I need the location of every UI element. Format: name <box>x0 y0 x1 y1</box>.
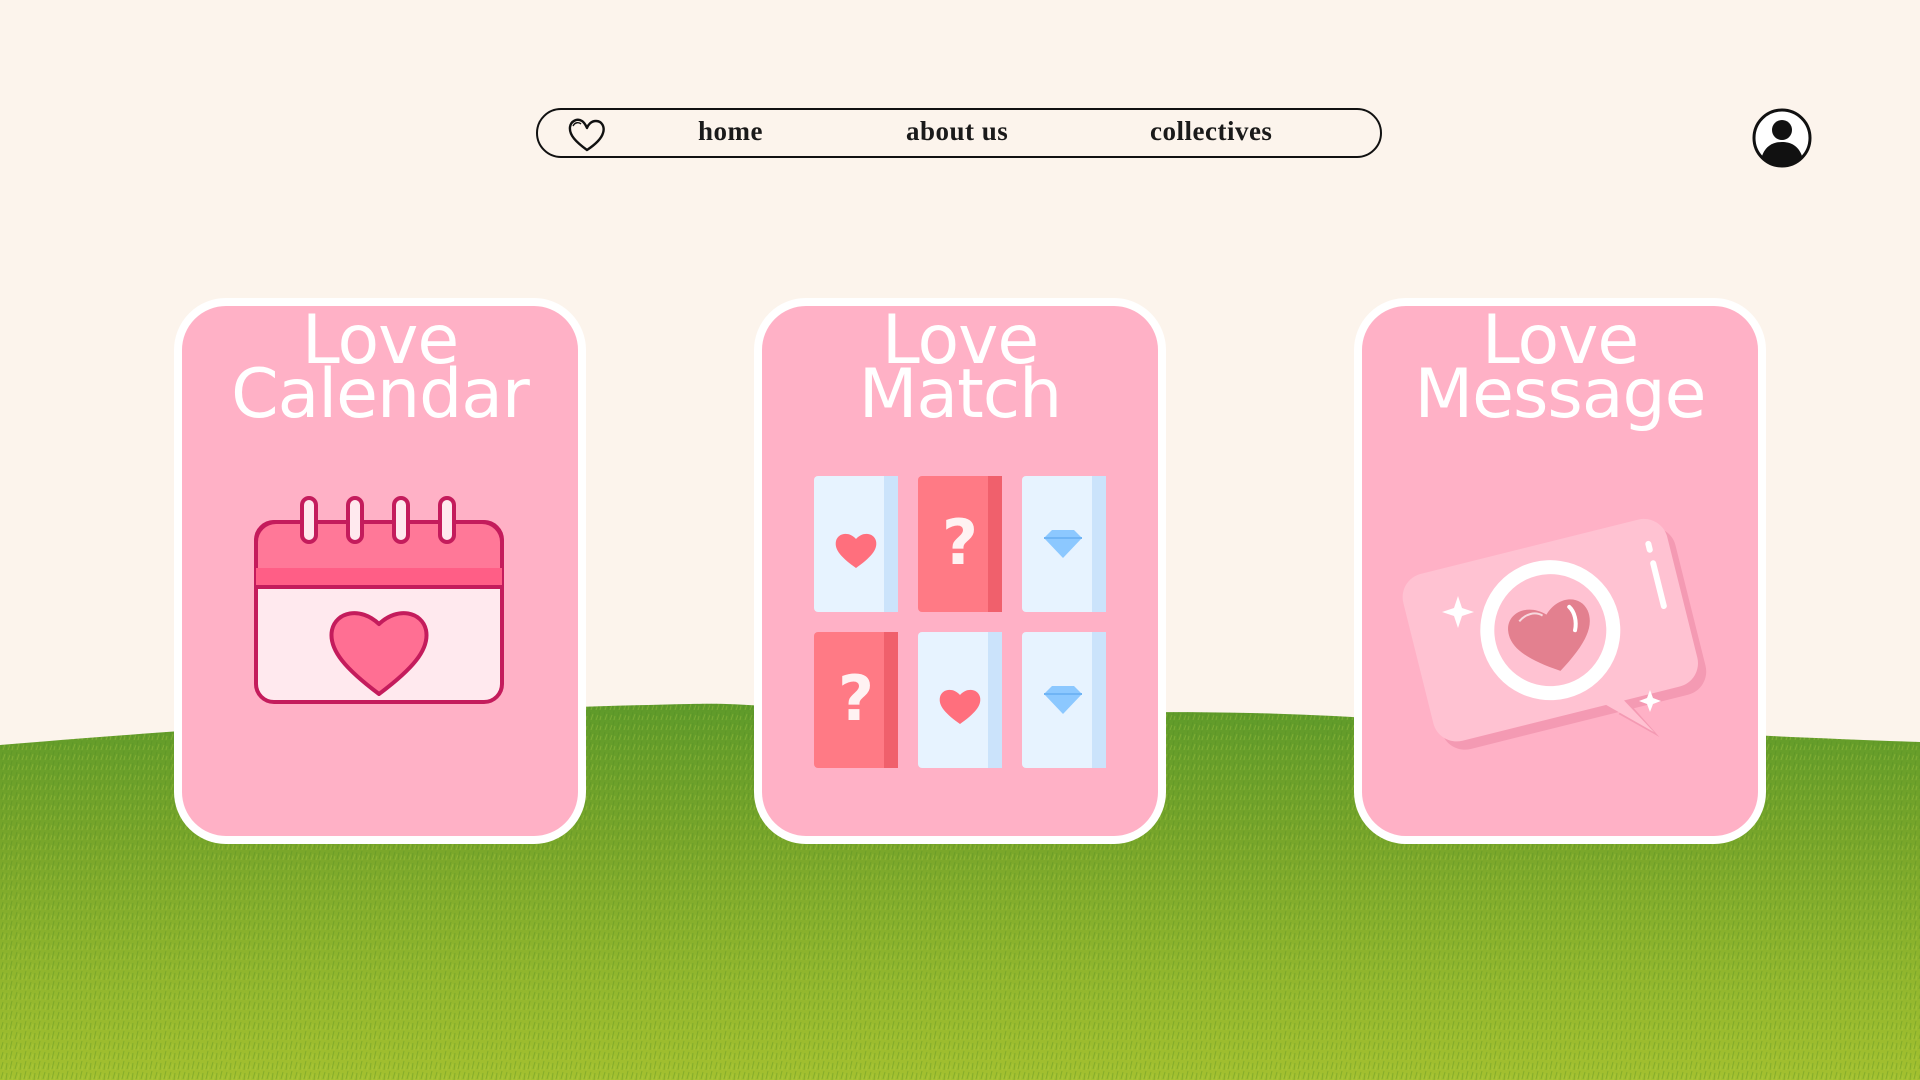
love-message-card[interactable]: Love Message <box>1354 298 1766 844</box>
nav-bar: home about us collectives <box>536 108 1382 158</box>
page: home about us collectives Love Calendar <box>0 0 1920 1080</box>
memory-card-heart <box>814 476 898 612</box>
memory-card-heart <box>918 632 1002 768</box>
memory-card-question: ? <box>814 632 898 768</box>
memory-cards-icon: ? ? <box>814 476 1106 768</box>
love-match-card[interactable]: Love Match ? ? <box>754 298 1166 844</box>
svg-text:?: ? <box>942 506 978 579</box>
calendar-heart-icon <box>254 496 504 704</box>
memory-card-question: ? <box>918 476 1002 612</box>
user-avatar-icon[interactable] <box>1752 108 1812 168</box>
love-calendar-card[interactable]: Love Calendar <box>174 298 586 844</box>
nav-link-home[interactable]: home <box>698 116 763 147</box>
memory-card-diamond <box>1022 632 1106 768</box>
memory-card-diamond <box>1022 476 1106 612</box>
heart-outline-icon[interactable] <box>566 116 608 154</box>
heart-message-bubble-icon <box>1402 518 1707 750</box>
svg-text:?: ? <box>838 662 874 735</box>
nav-link-collectives[interactable]: collectives <box>1150 116 1272 147</box>
nav-link-about-us[interactable]: about us <box>906 116 1008 147</box>
